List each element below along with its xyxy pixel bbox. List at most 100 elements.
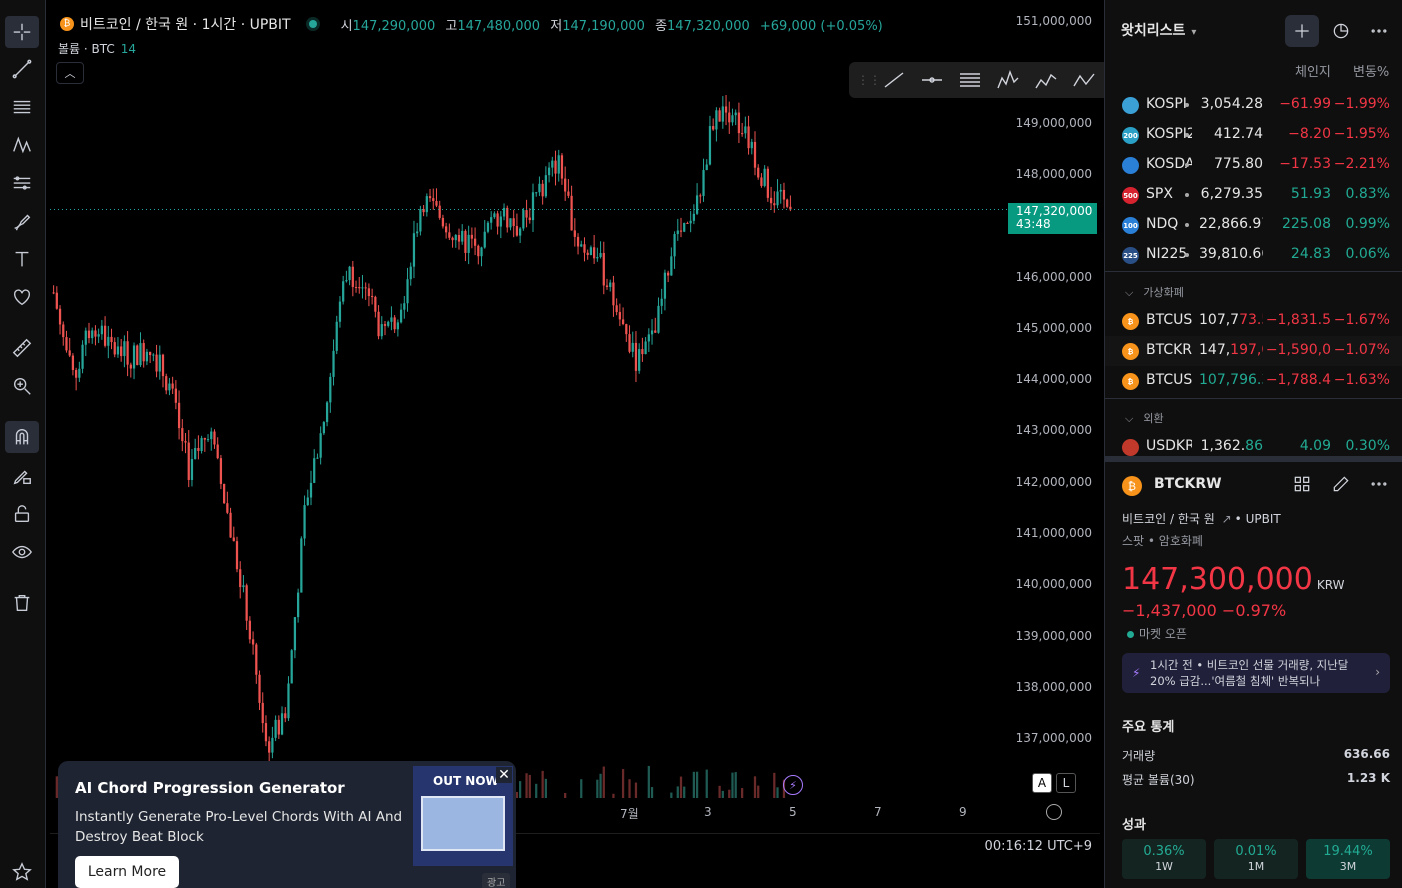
watchlist-last: 3,054.28 bbox=[1200, 96, 1263, 112]
candle-body bbox=[287, 683, 290, 719]
candle-body bbox=[741, 133, 744, 135]
collapse-legend-button[interactable]: ︿ bbox=[56, 62, 84, 84]
watchlist-row[interactable]: 500 SPX 6,279.35 51.93 0.83% bbox=[1105, 180, 1402, 210]
horizontal-ray-button[interactable] bbox=[913, 65, 951, 95]
performance-box[interactable]: 19.44% 3M bbox=[1306, 839, 1390, 879]
candle-body bbox=[528, 217, 531, 221]
advertisement-banner[interactable]: AI Chord Progression Generator Instantly… bbox=[58, 761, 516, 888]
watchlist-row[interactable]: KOSPI 3,054.28 −61.99 −1.99% bbox=[1105, 90, 1402, 120]
candle-body bbox=[454, 235, 457, 241]
watchlist-title[interactable]: 왓치리스트 ▾ bbox=[1121, 20, 1196, 40]
prediction-tool[interactable] bbox=[5, 167, 39, 199]
symbol-title[interactable]: 비트코인 / 한국 원 · 1시간 · UPBIT bbox=[80, 14, 291, 34]
close-icon[interactable]: ✕ bbox=[496, 767, 512, 783]
details-grid-button[interactable] bbox=[1285, 468, 1319, 500]
price-chart[interactable]: ₿ 비트코인 / 한국 원 · 1시간 · UPBIT 시147,290,000… bbox=[50, 8, 1100, 833]
settings-gear-icon[interactable] bbox=[1046, 804, 1062, 820]
candle-body bbox=[393, 317, 396, 330]
watchlist-row[interactable]: KOSDAQ775.80−17.53−2.21% bbox=[1105, 150, 1402, 180]
favorites-star-tool[interactable] bbox=[5, 856, 39, 888]
candle-body bbox=[779, 189, 782, 192]
fx-section-header[interactable]: ⌵ 외환 bbox=[1125, 410, 1164, 426]
candle-body bbox=[519, 228, 522, 236]
candle-body bbox=[734, 112, 737, 116]
candle-body bbox=[300, 538, 303, 593]
pattern-tool[interactable] bbox=[5, 129, 39, 161]
fx-section-title: 외환 bbox=[1143, 412, 1164, 425]
clock-timezone[interactable]: 00:16:12 UTC+9 bbox=[985, 839, 1092, 854]
watchlist-row[interactable]: ₿ BTCUSD 107,773.5−1,831.5−1.67% bbox=[1105, 306, 1402, 336]
volume-bar bbox=[541, 770, 544, 798]
candle-body bbox=[338, 301, 342, 322]
performance-box[interactable]: 0.01% 1M bbox=[1214, 839, 1298, 879]
lightning-icon: ⚡ bbox=[1132, 666, 1141, 680]
volume-bar bbox=[692, 771, 695, 798]
brush-tool[interactable] bbox=[5, 205, 39, 237]
crosshair-icon bbox=[13, 23, 31, 41]
candle-body bbox=[200, 437, 203, 451]
candle-body bbox=[206, 439, 210, 441]
zoom-tool[interactable] bbox=[5, 370, 39, 402]
stay-drawing-tool[interactable] bbox=[5, 460, 39, 492]
learn-more-button[interactable]: Learn More bbox=[75, 856, 179, 888]
crosshair-tool[interactable] bbox=[5, 16, 39, 48]
volume-bar bbox=[695, 771, 699, 798]
elliott-wave-button[interactable] bbox=[1027, 65, 1065, 95]
news-headline-card[interactable]: ⚡ 1시간 전 • 비트코인 선물 거래량, 지난달 20% 급감...'여름철… bbox=[1122, 653, 1390, 693]
external-link-icon[interactable]: ↗ bbox=[1222, 512, 1232, 526]
details-more-button[interactable] bbox=[1362, 468, 1396, 500]
advanced-view-button[interactable] bbox=[1324, 15, 1358, 47]
auto-scale-button[interactable]: A bbox=[1032, 773, 1052, 793]
pitchfork-button[interactable] bbox=[989, 65, 1027, 95]
details-edit-button[interactable] bbox=[1324, 468, 1358, 500]
panel-resize-handle[interactable] bbox=[1105, 456, 1402, 462]
trend-line-button[interactable] bbox=[875, 65, 913, 95]
pitchfork-icon bbox=[997, 70, 1019, 89]
watchlist-more-button[interactable] bbox=[1362, 15, 1396, 47]
watchlist-row[interactable]: 200KOSPI200412.74−8.20−1.95% bbox=[1105, 120, 1402, 150]
candle-body bbox=[226, 503, 229, 513]
hide-drawings-tool[interactable] bbox=[5, 536, 39, 568]
watchlist-row[interactable]: 225NI22539,810.6624.830.06% bbox=[1105, 240, 1402, 270]
abcd-pattern-icon bbox=[1073, 73, 1095, 87]
symbol-logo-icon: ₿ bbox=[1122, 313, 1139, 330]
watchlist-row[interactable]: 100NDQ22,866.97225.080.99% bbox=[1105, 210, 1402, 240]
performance-period: 1W bbox=[1155, 860, 1173, 873]
details-symbol[interactable]: BTCKRW bbox=[1154, 476, 1222, 492]
open-value: 147,290,000 bbox=[352, 18, 436, 34]
log-scale-button[interactable]: L bbox=[1056, 773, 1076, 793]
favorite-tool[interactable] bbox=[5, 281, 39, 313]
magnet-tool[interactable] bbox=[5, 421, 39, 453]
abcd-pattern-button[interactable] bbox=[1065, 65, 1103, 95]
watchlist-change: −1,831.5 bbox=[1265, 312, 1331, 328]
lightning-icon[interactable]: ⚡ bbox=[783, 775, 803, 795]
candle-body bbox=[644, 341, 647, 355]
performance-box[interactable]: 0.36% 1W bbox=[1122, 839, 1206, 879]
trend-line-icon bbox=[884, 72, 904, 88]
volume-bar bbox=[718, 785, 721, 798]
remove-drawings-tool[interactable] bbox=[5, 587, 39, 619]
col-change-header[interactable]: 체인지 bbox=[1295, 61, 1331, 80]
candle-body bbox=[335, 321, 338, 351]
trend-line-tool[interactable] bbox=[5, 53, 39, 85]
lock-drawings-tool[interactable] bbox=[5, 498, 39, 530]
candle-body bbox=[432, 198, 435, 202]
candlestick-chart[interactable] bbox=[50, 8, 1100, 833]
text-tool[interactable] bbox=[5, 243, 39, 275]
watchlist-row[interactable]: ₿ BTCUSD 107,796.3−1,788.4−1.63% bbox=[1105, 366, 1402, 396]
parallel-channel-button[interactable] bbox=[951, 65, 989, 95]
add-symbol-button[interactable] bbox=[1285, 15, 1319, 47]
fib-tool[interactable] bbox=[5, 91, 39, 123]
details-name-text[interactable]: 비트코인 / 한국 원 bbox=[1122, 512, 1215, 526]
candle-body bbox=[480, 247, 483, 257]
crypto-section-header[interactable]: ⌵ 가상화폐 bbox=[1125, 284, 1184, 300]
candle-body bbox=[412, 233, 416, 267]
candle-body bbox=[724, 106, 728, 113]
status-dot bbox=[1185, 253, 1189, 257]
drag-handle-icon[interactable]: ⋮⋮ bbox=[857, 73, 881, 87]
col-pct-header[interactable]: 변동% bbox=[1353, 61, 1389, 80]
ad-title[interactable]: AI Chord Progression Generator bbox=[75, 779, 345, 797]
measure-tool[interactable] bbox=[5, 332, 39, 364]
watchlist-row[interactable]: ₿ BTCKRW 147,197,0−1,590,0−1.07% bbox=[1105, 336, 1402, 366]
candle-body bbox=[81, 344, 84, 369]
